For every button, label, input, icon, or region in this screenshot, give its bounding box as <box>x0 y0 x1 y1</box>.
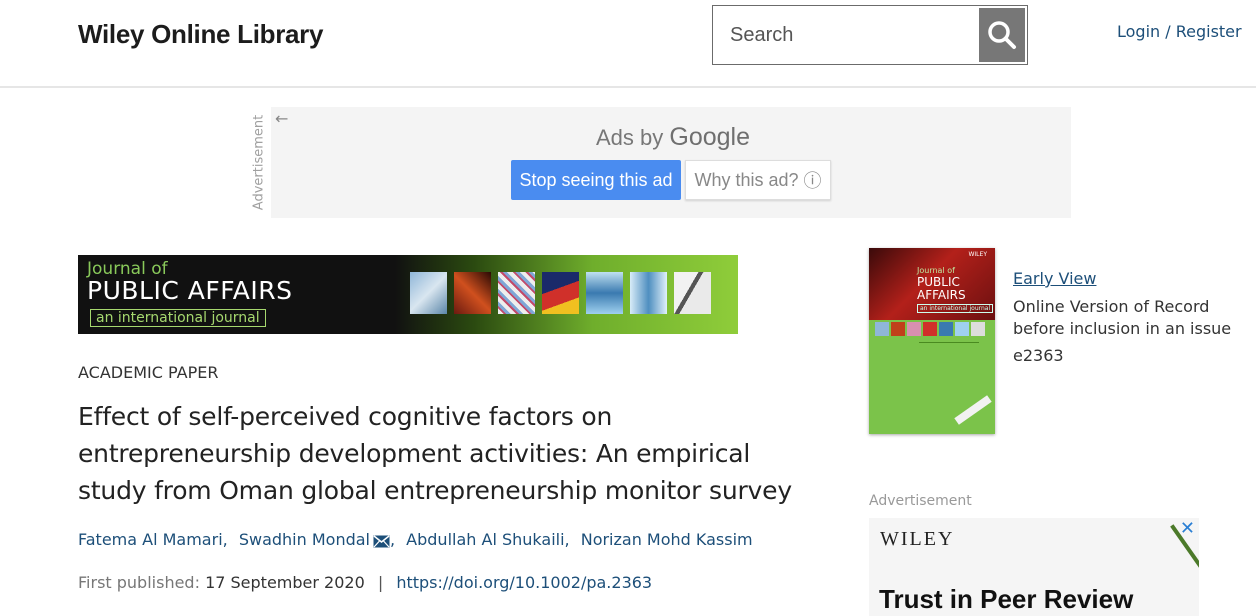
stop-seeing-ad-button[interactable]: Stop seeing this ad <box>511 160 681 200</box>
envelope-icon[interactable] <box>373 535 390 548</box>
google-wordmark: Google <box>669 123 751 151</box>
banner-thumb-image <box>630 272 667 314</box>
cover-subtitle: an international journal <box>917 304 994 313</box>
first-published-label: First published: <box>78 573 200 592</box>
ad-headline: Trust in Peer Review <box>879 584 1134 614</box>
banner-thumb-image <box>410 272 447 314</box>
author-link[interactable]: Swadhin Mondal <box>239 530 370 549</box>
author-link[interactable]: Abdullah Al Shukaili <box>406 530 564 549</box>
search-icon <box>988 21 1016 49</box>
early-view-link[interactable]: Early View <box>1013 269 1096 288</box>
author-link[interactable]: Fatema Al Mamari <box>78 530 223 549</box>
banner-thumb-image <box>454 272 491 314</box>
cover-journal-name: PUBLIC AFFAIRS <box>917 275 966 302</box>
banner-thumb-image <box>674 272 711 314</box>
search-input[interactable] <box>713 6 979 64</box>
cover-publisher: WILEY <box>968 251 987 258</box>
ad-brand: WILEY <box>880 528 955 550</box>
site-logo[interactable]: Wiley Online Library <box>78 19 323 50</box>
banner-thumb-image <box>542 272 579 314</box>
article-number: e2363 <box>1013 346 1064 365</box>
ads-by-google: Ads by Google <box>596 123 751 151</box>
first-published-date: 17 September 2020 <box>205 573 365 592</box>
publication-info: First published: 17 September 2020 | htt… <box>78 573 653 592</box>
journal-cover-image[interactable]: WILEY Journal of PUBLIC AFFAIRS an inter… <box>869 248 995 434</box>
sidebar-ad-label: Advertisement <box>869 493 972 509</box>
cover-image-strip <box>875 322 985 336</box>
site-header: Wiley Online Library Login / Register <box>0 0 1256 88</box>
banner-thumb-image <box>586 272 623 314</box>
doi-link[interactable]: https://doi.org/10.1002/pa.2363 <box>396 573 652 592</box>
sidebar-advertisement[interactable]: ✕ WILEY Trust in Peer Review <box>869 518 1199 616</box>
journal-banner[interactable]: Journal of PUBLIC AFFAIRS an internation… <box>78 255 738 334</box>
banner-thumb-image <box>498 272 535 314</box>
version-of-record-note: Online Version of Record before inclusio… <box>1013 297 1232 338</box>
ad-vertical-label: Advertisement <box>251 114 267 211</box>
google-ad-panel: ← Ads by Google Stop seeing this ad Why … <box>271 107 1071 218</box>
search-button[interactable] <box>979 8 1025 62</box>
author-link[interactable]: Norizan Mohd Kassim <box>581 530 753 549</box>
info-icon: ⓘ <box>803 171 822 191</box>
article-type: ACADEMIC PAPER <box>78 363 219 382</box>
cover-journal-of: Journal of <box>917 266 955 275</box>
banner-journal-name: PUBLIC AFFAIRS <box>87 276 293 305</box>
why-this-ad-button[interactable]: Why this ad? ⓘ <box>685 160 831 200</box>
banner-image-strip <box>410 272 711 314</box>
login-register-link[interactable]: Login / Register <box>1117 22 1242 41</box>
arrow-left-icon[interactable]: ← <box>275 109 288 128</box>
author-list: Fatema Al Mamari, Swadhin Mondal, Abdull… <box>78 530 753 549</box>
article-title: Effect of self-perceived cognitive facto… <box>78 402 792 505</box>
search-box <box>712 5 1028 65</box>
banner-subtitle: an international journal <box>90 309 266 327</box>
